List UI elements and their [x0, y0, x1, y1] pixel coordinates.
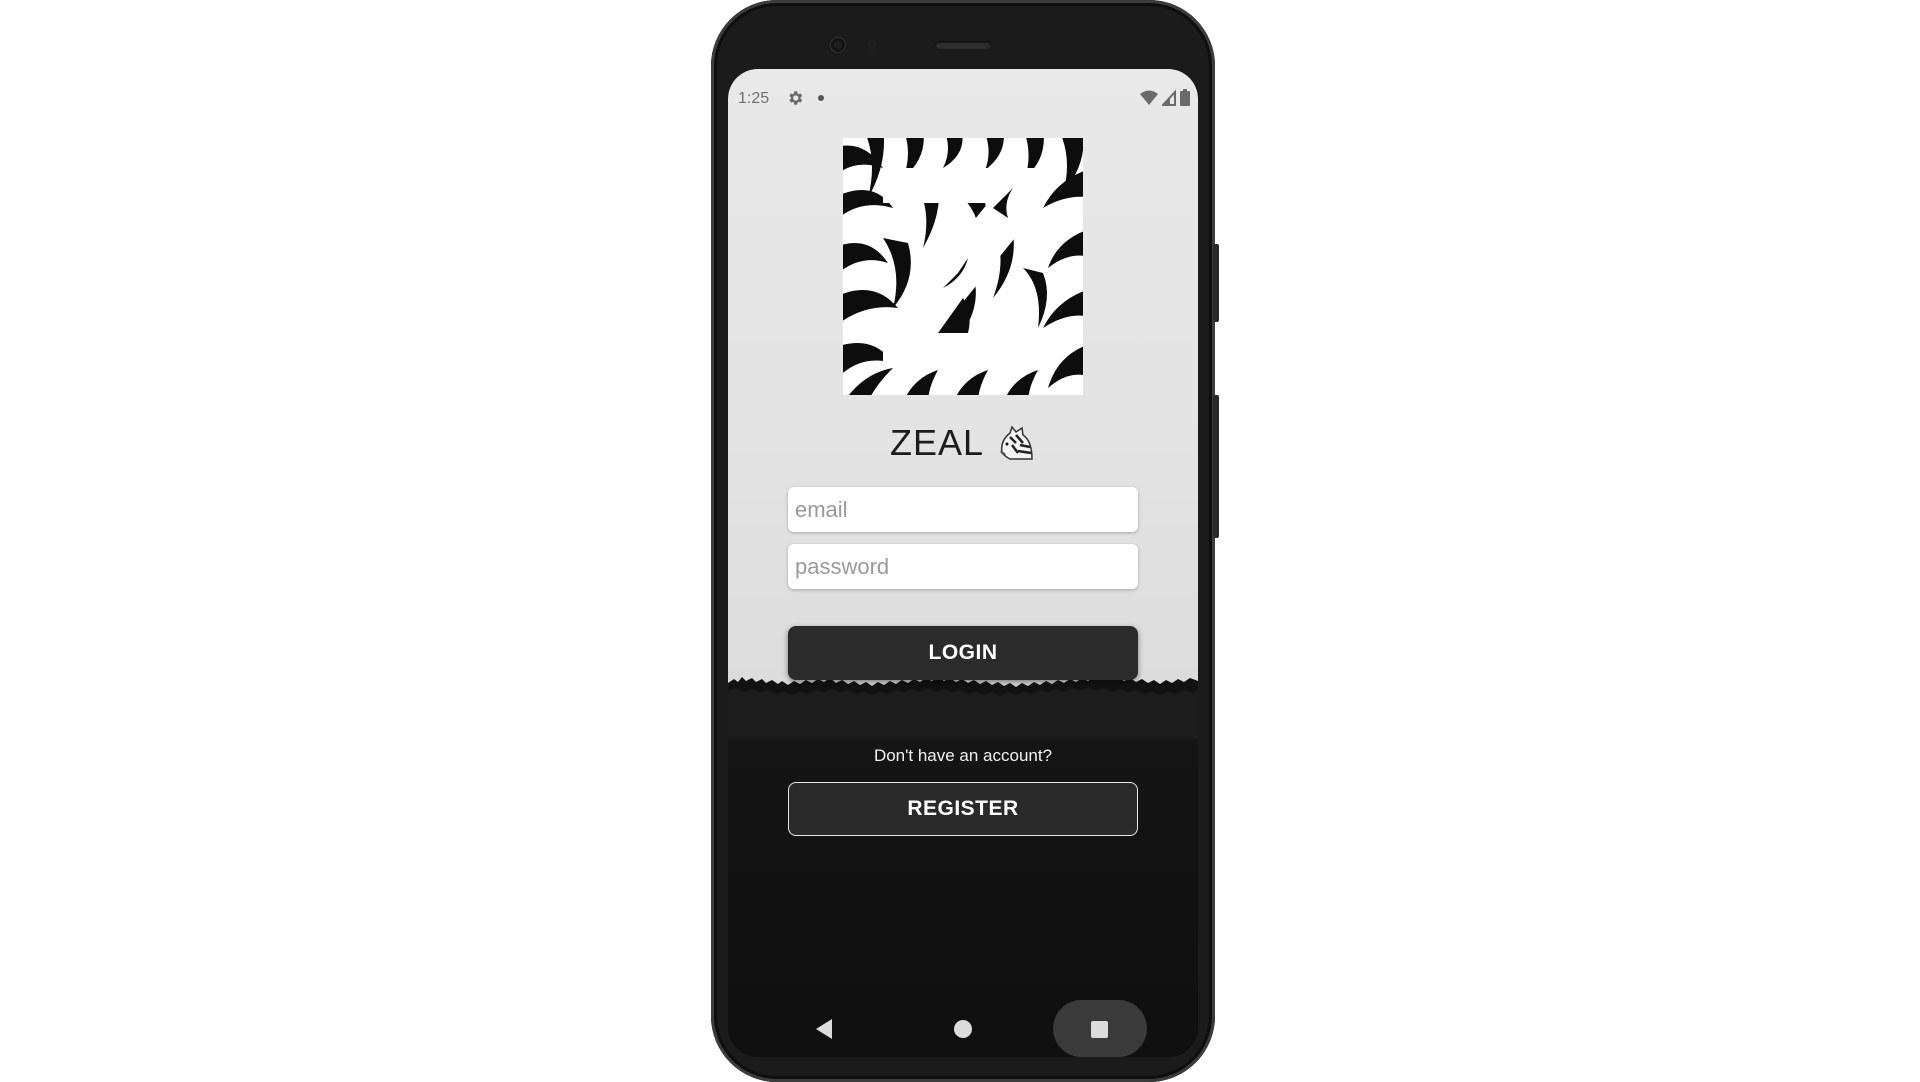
signal-icon — [1162, 89, 1176, 106]
back-icon[interactable] — [816, 1019, 832, 1039]
no-account-text: Don't have an account? — [873, 746, 1053, 765]
home-icon[interactable] — [954, 1020, 972, 1038]
zebra-icon — [1000, 425, 1033, 460]
zebra-z-logo — [843, 138, 1083, 395]
navigation-bar — [728, 1000, 1198, 1057]
earpiece-speaker — [935, 41, 991, 49]
gear-icon — [789, 91, 803, 105]
volume-button — [1213, 395, 1219, 538]
sensor-icon — [867, 40, 877, 50]
front-camera-icon — [831, 38, 845, 52]
app-title: ZEAL — [889, 422, 985, 463]
battery-icon — [1180, 89, 1190, 106]
notification-dot-icon — [818, 95, 824, 101]
app-title-row: ZEAL — [728, 418, 1198, 468]
phone-screen: 1:25 ZEAL email LOGIN Don't have an acco… — [728, 69, 1198, 1057]
status-icons — [1140, 89, 1190, 106]
register-button[interactable]: REGISTER — [788, 782, 1138, 836]
power-button — [1213, 244, 1219, 322]
status-time: 1:25 — [738, 90, 770, 107]
email-field[interactable] — [788, 487, 1138, 532]
recents-icon[interactable] — [1091, 1021, 1108, 1038]
login-button[interactable]: LOGIN — [788, 626, 1138, 680]
status-bar: 1:25 — [728, 69, 1198, 129]
wifi-icon — [1140, 90, 1158, 105]
password-field[interactable] — [788, 544, 1138, 589]
